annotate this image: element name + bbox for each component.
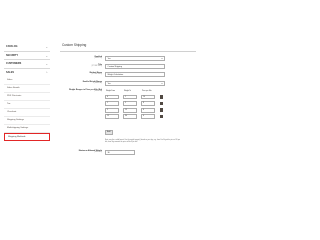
trash-icon[interactable] xyxy=(160,101,163,106)
trash-icon[interactable] xyxy=(160,95,163,99)
sidebar-section-label: CATALOG xyxy=(6,45,18,48)
sidebar-sales-items: Sales Sales Emails PDF Print-outs Tax Ch… xyxy=(4,77,50,141)
max-weight-label: Maximum Allowed Weight [WEBSITE] xyxy=(78,150,102,153)
price-per-kilo-input[interactable]: 4 xyxy=(141,114,155,120)
chevron-down-icon: ⌄ xyxy=(45,62,48,67)
max-weight-input[interactable]: 30 xyxy=(105,150,135,155)
chevron-down-icon: ▾ xyxy=(161,82,163,85)
sidebar-item-sales[interactable]: Sales xyxy=(4,77,50,86)
title-label: Title [STORE VIEW] xyxy=(91,64,102,67)
sidebar-section-label: SECURITY xyxy=(6,53,19,57)
enabled-label: Enabled [WEBSITE] xyxy=(94,56,102,59)
config-main: Custom Shipping Enabled [WEBSITE] Yes ▾ T… xyxy=(60,0,196,200)
rates-note: Note: must be a valid format. Use the we… xyxy=(105,139,181,143)
method-name-label: Method Name [STORE VIEW] xyxy=(89,72,102,75)
weight-to-input[interactable]: 30 xyxy=(123,114,137,120)
rate-row: 1 5 8 xyxy=(105,101,165,108)
price-per-kilo-input[interactable]: 6 xyxy=(141,107,155,113)
weight-from-input[interactable]: 5 xyxy=(105,107,119,113)
section-divider xyxy=(60,50,196,51)
column-header-price-per-kilo: Price per Kilo xyxy=(142,90,152,92)
weight-to-input[interactable]: 15 xyxy=(123,107,137,113)
sidebar-item-multishipping-settings[interactable]: Multishipping Settings xyxy=(4,125,50,133)
section-title[interactable]: Custom Shipping xyxy=(62,43,86,47)
weight-from-input[interactable]: 0 xyxy=(105,94,119,100)
trash-icon[interactable] xyxy=(160,108,163,112)
weight-from-input[interactable]: 15 xyxy=(105,114,119,120)
price-per-kilo-input[interactable]: 10 xyxy=(141,94,155,100)
sidebar-section-security[interactable]: SECURITY ⌄ xyxy=(4,52,50,61)
chevron-down-icon: ⌄ xyxy=(45,53,48,58)
chevron-down-icon: ⌄ xyxy=(45,45,48,49)
price-per-kilo-input[interactable]: 8 xyxy=(141,101,155,106)
rate-row: 15 30 4 xyxy=(105,114,165,121)
add-rate-button[interactable]: Add xyxy=(105,130,113,135)
rate-row: 0 1 10 xyxy=(105,94,165,101)
sidebar-item-sales-emails[interactable]: Sales Emails xyxy=(4,85,50,94)
config-sidebar: CATALOG ⌄ SECURITY ⌄ CUSTOMERS ⌄ SALES ⌃… xyxy=(4,43,50,156)
column-header-weight-to: Weight To xyxy=(124,90,132,92)
chevron-up-icon: ⌃ xyxy=(45,70,48,75)
sidebar-item-tax[interactable]: Tax xyxy=(4,101,50,109)
sidebar-item-shipping-settings[interactable]: Shipping Settings xyxy=(4,117,50,125)
column-header-weight-from: Weight From xyxy=(106,90,116,92)
sidebar-item-shipping-methods[interactable]: Shipping Methods xyxy=(4,132,50,141)
rates-table: Weight From Weight To Price per Kilo 0 1… xyxy=(105,89,165,120)
trash-icon[interactable] xyxy=(160,114,163,119)
weight-from-input[interactable]: 1 xyxy=(105,101,119,106)
enabled-select[interactable]: Yes ▾ xyxy=(105,56,165,61)
sidebar-section-customers[interactable]: CUSTOMERS ⌄ xyxy=(4,60,50,69)
weight-to-input[interactable]: 1 xyxy=(123,94,137,100)
title-input[interactable]: Custom Shipping xyxy=(105,64,165,69)
sidebar-section-catalog[interactable]: CATALOG ⌄ xyxy=(4,43,50,52)
sidebar-item-pdf-print-outs[interactable]: PDF Print-outs xyxy=(4,93,50,102)
weight-to-input[interactable]: 5 xyxy=(123,101,137,106)
rate-row: 5 15 6 xyxy=(105,107,165,114)
weight-range-select[interactable]: Yes ▾ xyxy=(105,80,165,86)
rates-label: Weight Ranges to Price per Kilo (Kg) [WE… xyxy=(69,89,102,92)
chevron-down-icon: ▾ xyxy=(161,58,163,60)
sidebar-section-sales[interactable]: SALES ⌃ xyxy=(4,69,50,78)
weight-range-label: Enable Weight Range [WEBSITE] xyxy=(82,80,102,84)
sidebar-item-checkout[interactable]: Checkout xyxy=(4,109,50,117)
sidebar-section-label: CUSTOMERS xyxy=(6,62,22,66)
sidebar-section-label: SALES xyxy=(6,70,14,74)
method-name-input[interactable]: Weight Calculation xyxy=(105,72,165,77)
